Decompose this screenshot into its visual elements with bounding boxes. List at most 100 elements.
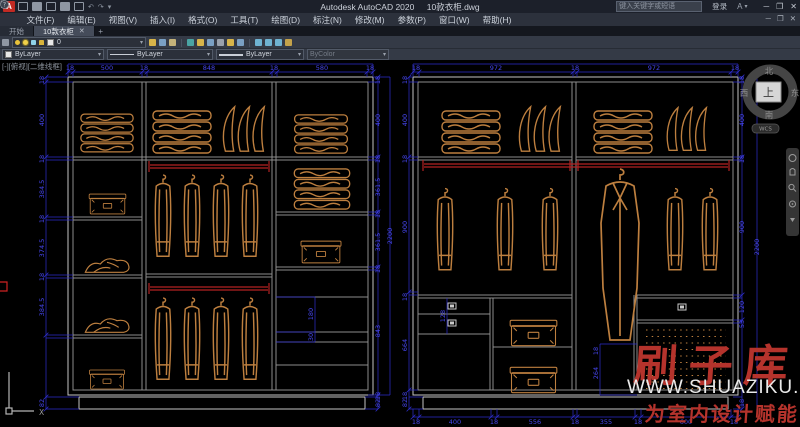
svg-text:82: 82 <box>38 399 46 407</box>
layer-tool-icon[interactable] <box>217 39 224 46</box>
svg-text:18: 18 <box>401 76 409 84</box>
layer-tool-icon[interactable] <box>285 39 292 46</box>
drawing-canvas[interactable]: [-][俯视][二维线框] <box>0 60 800 424</box>
window-minimize-button[interactable]: ─ <box>763 2 769 11</box>
tab-start[interactable]: 开始 <box>0 26 34 36</box>
viewcube-north-label[interactable]: 北 <box>765 67 774 77</box>
signin-label: 登录 <box>712 1 727 12</box>
viewport-controls-label[interactable]: [-][俯视][二维线框] <box>2 61 62 72</box>
plot-icon[interactable] <box>74 2 84 11</box>
svg-text:82: 82 <box>374 399 382 407</box>
layer-dropdown-arrow[interactable]: ▾ <box>140 39 143 46</box>
tab-close-icon[interactable]: ✕ <box>79 27 85 35</box>
doc-minimize-button[interactable]: ─ <box>766 14 771 23</box>
menu-tools[interactable]: 工具(T) <box>224 14 265 26</box>
menu-dimension[interactable]: 标注(N) <box>307 14 349 26</box>
menu-file[interactable]: 文件(F) <box>20 14 61 26</box>
svg-text:400: 400 <box>738 114 746 126</box>
save-icon[interactable] <box>46 2 56 11</box>
layer-on-bulb-icon[interactable] <box>15 40 20 45</box>
layer-freeze-icon[interactable] <box>31 40 36 45</box>
layer-thaw-sun-icon[interactable] <box>23 40 28 45</box>
document-title: 10款衣柜.dwg <box>427 2 480 12</box>
menu-view[interactable]: 视图(V) <box>102 14 143 26</box>
signin-button[interactable]: 登录 <box>712 1 727 12</box>
color-dropdown[interactable]: ByLayer ▾ <box>2 49 104 60</box>
new-file-icon[interactable] <box>18 2 28 11</box>
menu-modify[interactable]: 修改(M) <box>348 14 391 26</box>
menu-parametric[interactable]: 参数(P) <box>391 14 432 26</box>
properties-toolbar: ByLayer ▾ ByLayer ▾ ByLayer ▾ ByColor ▾ <box>0 48 800 60</box>
ucs-x-label: X <box>39 408 44 417</box>
window-maximize-button[interactable]: ❐ <box>776 2 783 11</box>
layer-tool-icon[interactable] <box>227 39 234 46</box>
watermark-slogan: 为室内设计赋能 <box>644 398 800 427</box>
open-file-icon[interactable] <box>32 2 42 11</box>
navigation-bar[interactable] <box>786 148 799 236</box>
layer-lock-icon[interactable] <box>39 40 44 45</box>
svg-text:18: 18 <box>366 64 374 72</box>
svg-text:18: 18 <box>38 76 46 84</box>
window-close-button[interactable]: ✕ <box>790 2 797 11</box>
svg-text:18: 18 <box>140 64 148 72</box>
svg-text:18: 18 <box>374 76 382 84</box>
wardrobe-left-contents[interactable] <box>81 107 350 389</box>
menu-bar: 文件(F) 编辑(E) 视图(V) 插入(I) 格式(O) 工具(T) 绘图(D… <box>0 13 800 26</box>
layer-dropdown[interactable]: 0 ▾ <box>12 37 146 48</box>
svg-text:664: 664 <box>401 339 409 351</box>
svg-text:82: 82 <box>401 399 409 407</box>
lineweight-sample <box>219 54 243 56</box>
layer-tool-icon[interactable] <box>149 39 156 46</box>
layer-properties-icon[interactable] <box>2 39 9 46</box>
menu-draw[interactable]: 绘图(D) <box>265 14 307 26</box>
svg-text:384.5: 384.5 <box>38 180 46 199</box>
layer-tool-icon[interactable] <box>275 39 282 46</box>
saveas-icon[interactable] <box>60 2 70 11</box>
layer-tool-icon[interactable] <box>237 39 244 46</box>
svg-text:18: 18 <box>634 418 642 424</box>
menu-window[interactable]: 窗口(W) <box>432 14 476 26</box>
qat-dropdown-icon[interactable]: ▾ <box>108 3 112 11</box>
linetype-dropdown[interactable]: ByLayer ▾ <box>107 49 213 60</box>
viewcube-top-label: 上 <box>763 86 774 99</box>
svg-text:18: 18 <box>374 210 382 218</box>
viewcube[interactable]: 上 北 南 西 东 WCS <box>740 67 800 133</box>
svg-text:18: 18 <box>66 64 74 72</box>
menu-format[interactable]: 格式(O) <box>182 14 224 26</box>
undo-icon[interactable]: ↶ <box>88 3 94 11</box>
wcs-label: WCS <box>759 127 772 133</box>
new-tab-button[interactable]: + <box>95 26 107 36</box>
viewcube-east-label[interactable]: 东 <box>791 88 800 99</box>
svg-text:120: 120 <box>738 301 746 313</box>
svg-text:848: 848 <box>203 64 215 72</box>
svg-text:128: 128 <box>439 310 447 322</box>
layer-tool-icon[interactable] <box>187 39 194 46</box>
menu-help[interactable]: 帮助(H) <box>476 14 518 26</box>
layer-color-swatch[interactable] <box>47 39 54 46</box>
redo-icon[interactable]: ↷ <box>98 3 104 11</box>
color-swatch <box>5 51 12 58</box>
layer-tool-icon[interactable] <box>197 39 204 46</box>
doc-restore-button[interactable]: ❐ <box>777 14 784 23</box>
svg-text:355: 355 <box>600 418 612 424</box>
layer-tool-icon[interactable] <box>159 39 166 46</box>
layer-tool-icon[interactable] <box>169 39 176 46</box>
doc-close-button[interactable]: ✕ <box>790 14 796 23</box>
layer-tool-icon[interactable] <box>255 39 262 46</box>
viewcube-south-label[interactable]: 南 <box>765 110 774 121</box>
svg-text:900: 900 <box>738 221 746 233</box>
svg-text:53: 53 <box>738 320 746 328</box>
menu-edit[interactable]: 编辑(E) <box>61 14 102 26</box>
svg-text:972: 972 <box>648 64 660 72</box>
svg-text:30: 30 <box>307 333 315 341</box>
autodesk-account-icon[interactable]: A▾ <box>737 2 747 11</box>
tab-document[interactable]: 10款衣柜 ✕ <box>34 26 95 36</box>
layer-tool-icon[interactable] <box>265 39 272 46</box>
lineweight-dropdown[interactable]: ByLayer ▾ <box>216 49 304 60</box>
viewcube-west-label[interactable]: 西 <box>740 89 749 99</box>
svg-text:18: 18 <box>270 64 278 72</box>
search-input[interactable] <box>616 1 702 12</box>
svg-text:400: 400 <box>401 114 409 126</box>
menu-insert[interactable]: 插入(I) <box>144 14 182 26</box>
layer-tool-icon[interactable] <box>207 39 214 46</box>
